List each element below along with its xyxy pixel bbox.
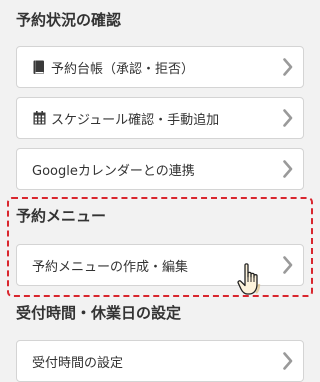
menu-item-label: 受付時間の設定 (32, 355, 124, 371)
section-title-reservation-menu: 予約メニュー (16, 207, 107, 225)
chevron-right-icon (281, 57, 295, 77)
chevron-right-icon (281, 351, 295, 371)
hand-pointer-cursor-icon (237, 262, 269, 298)
chevron-right-icon (281, 108, 295, 128)
menu-item-label: Googleカレンダーとの連携 (32, 163, 195, 179)
calendar-icon (32, 110, 46, 126)
chevron-right-icon (281, 159, 295, 179)
menu-item-label: スケジュール確認・手動追加 (51, 112, 220, 128)
book-icon (32, 59, 46, 75)
chevron-right-icon (281, 255, 295, 275)
section-title-hours-holidays: 受付時間・休業日の設定 (16, 304, 182, 322)
section-title-reservation-status: 予約状況の確認 (16, 11, 122, 29)
menu-item-reservation-ledger[interactable]: 予約台帳（承認・拒否） (16, 46, 304, 88)
menu-item-label: 予約台帳（承認・拒否） (51, 61, 195, 77)
menu-item-google-calendar[interactable]: Googleカレンダーとの連携 (16, 148, 304, 190)
menu-item-schedule[interactable]: スケジュール確認・手動追加 (16, 97, 304, 139)
menu-item-reception-hours[interactable]: 受付時間の設定 (16, 340, 304, 382)
